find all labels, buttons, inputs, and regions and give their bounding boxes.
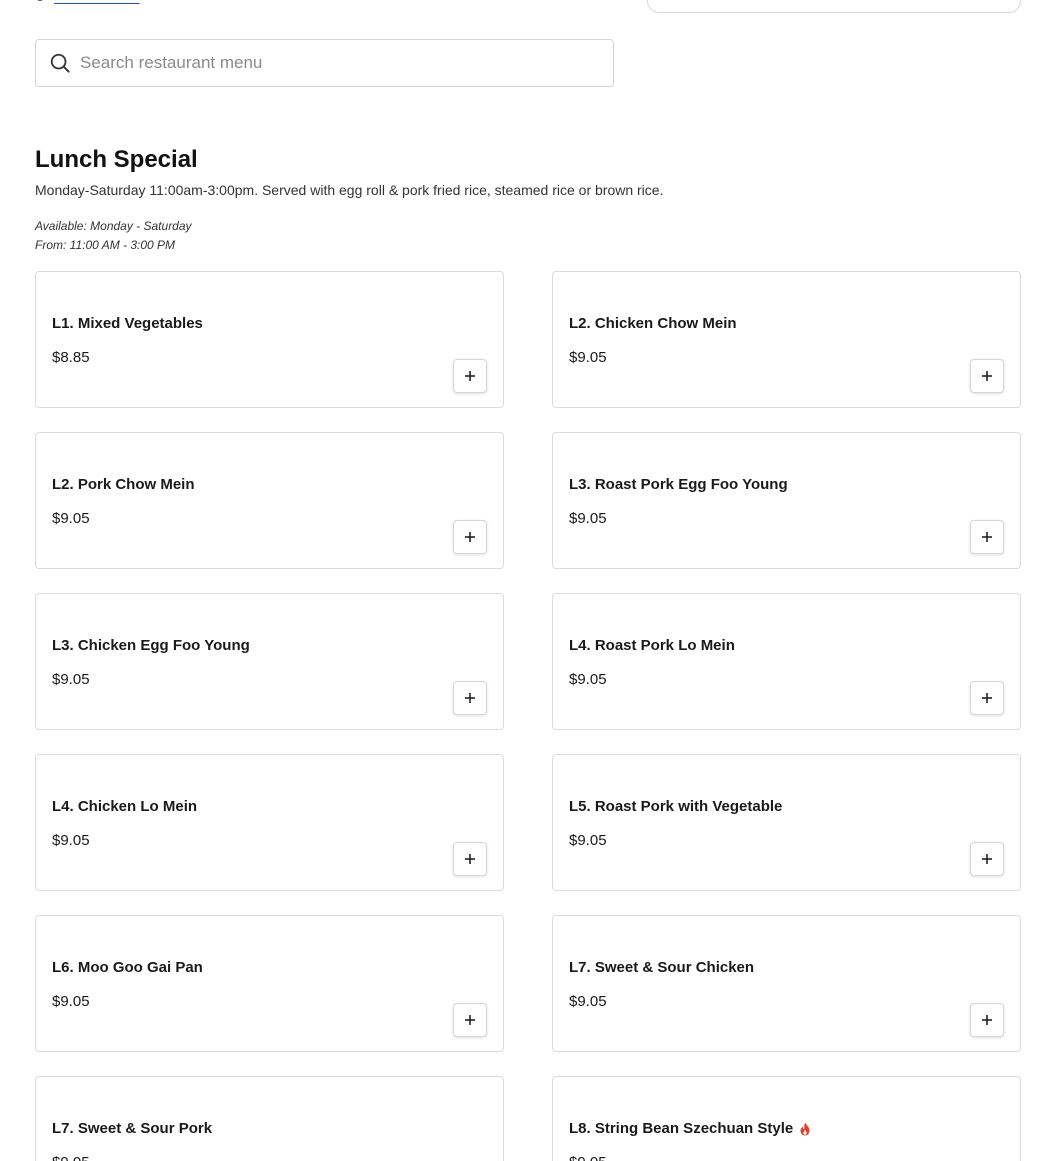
menu-item-card[interactable]: L1. Mixed Vegetables $8.85: [35, 271, 504, 408]
plus-icon: [465, 371, 475, 381]
menu-item-name-row: L6. Moo Goo Gai Pan: [52, 959, 203, 976]
menu-item-card[interactable]: L8. String Bean Szechuan Style $9.05: [552, 1076, 1021, 1161]
menu-item-name: L5. Roast Pork with Vegetable: [569, 798, 783, 815]
menu-item-name-row: L3. Chicken Egg Foo Young: [52, 637, 250, 654]
menu-item-name-row: L1. Mixed Vegetables: [52, 315, 203, 332]
plus-icon: [465, 854, 475, 864]
menu-item-card[interactable]: L4. Roast Pork Lo Mein $9.05: [552, 593, 1021, 730]
menu-item-name: L7. Sweet & Sour Chicken: [569, 959, 755, 976]
menu-item-price: $9.05: [569, 1154, 607, 1161]
menu-item-card[interactable]: L5. Roast Pork with Vegetable $9.05: [552, 754, 1021, 891]
menu-item-name: L1. Mixed Vegetables: [52, 315, 203, 332]
menu-item-price: $9.05: [52, 993, 90, 1010]
search-bar[interactable]: [35, 39, 614, 87]
plus-icon: [982, 854, 992, 864]
section-description: Monday-Saturday 11:00am-3:00pm. Served w…: [35, 182, 664, 198]
menu-item-card[interactable]: L7. Sweet & Sour Chicken $9.05: [552, 915, 1021, 1052]
add-item-button[interactable]: [453, 842, 487, 876]
availability-hours: From: 11:00 AM - 3:00 PM: [35, 238, 176, 252]
menu-item-name-row: L8. String Bean Szechuan Style: [569, 1120, 811, 1137]
add-item-button[interactable]: [970, 359, 1004, 393]
menu-item-name: L4. Chicken Lo Mein: [52, 798, 198, 815]
menu-item-price: $9.05: [569, 671, 607, 688]
menu-item-name: L2. Pork Chow Mein: [52, 476, 195, 493]
menu-item-card[interactable]: L2. Pork Chow Mein $9.05: [35, 432, 504, 569]
location-icon: [36, 0, 44, 1]
menu-item-card[interactable]: L7. Sweet & Sour Pork $9.05: [35, 1076, 504, 1161]
menu-item-price: $9.05: [52, 832, 90, 849]
menu-item-name: L8. String Bean Szechuan Style: [569, 1120, 794, 1137]
add-item-button[interactable]: [970, 1003, 1004, 1037]
menu-item-price: $9.05: [52, 510, 90, 527]
menu-item-name-row: L5. Roast Pork with Vegetable: [569, 798, 782, 815]
availability-days: Available: Monday - Saturday: [35, 219, 192, 233]
menu-item-name: L6. Moo Goo Gai Pan: [52, 959, 203, 976]
menu-item-price: $9.05: [569, 510, 607, 527]
menu-item-name-row: L7. Sweet & Sour Pork: [52, 1120, 212, 1137]
plus-icon: [465, 1015, 475, 1025]
menu-item-name: L2. Chicken Chow Mein: [569, 315, 737, 332]
flame-icon: [800, 1122, 810, 1135]
plus-icon: [982, 532, 992, 542]
plus-icon: [465, 693, 475, 703]
menu-item-card[interactable]: L3. Chicken Egg Foo Young $9.05: [35, 593, 504, 730]
menu-item-card[interactable]: L3. Roast Pork Egg Foo Young $9.05: [552, 432, 1021, 569]
menu-item-price: $9.05: [569, 832, 607, 849]
add-item-button[interactable]: [970, 842, 1004, 876]
search-icon: [50, 53, 70, 73]
menu-item-card[interactable]: L4. Chicken Lo Mein $9.05: [35, 754, 504, 891]
menu-item-name: L3. Chicken Egg Foo Young: [52, 637, 250, 654]
add-item-button[interactable]: [453, 520, 487, 554]
menu-item-name: L4. Roast Pork Lo Mein: [569, 637, 735, 654]
menu-item-name-row: L2. Chicken Chow Mein: [569, 315, 737, 332]
menu-item-name-row: L3. Roast Pork Egg Foo Young: [569, 476, 788, 493]
plus-icon: [465, 532, 475, 542]
menu-item-price: $9.05: [569, 993, 607, 1010]
plus-icon: [982, 371, 992, 381]
menu-item-name: L7. Sweet & Sour Pork: [52, 1120, 213, 1137]
menu-item-grid: L1. Mixed Vegetables $8.85 L2. Chicken Cho…: [35, 271, 1021, 1161]
add-item-button[interactable]: [453, 681, 487, 715]
menu-item-name-row: L2. Pork Chow Mein: [52, 476, 195, 493]
menu-item-price: $9.05: [52, 671, 90, 688]
order-panel[interactable]: [647, 0, 1021, 13]
menu-item-name-row: L4. Roast Pork Lo Mein: [569, 637, 735, 654]
menu-item-card[interactable]: L2. Chicken Chow Mein $9.05: [552, 271, 1021, 408]
top-link[interactable]: [54, 0, 140, 5]
menu-item-name: L3. Roast Pork Egg Foo Young: [569, 476, 788, 493]
menu-item-card[interactable]: L6. Moo Goo Gai Pan $9.05: [35, 915, 504, 1052]
menu-item-price: $9.05: [52, 1154, 90, 1161]
search-input[interactable]: [80, 53, 580, 73]
menu-item-name-row: L7. Sweet & Sour Chicken: [569, 959, 754, 976]
top-link-row: [36, 0, 140, 3]
add-item-button[interactable]: [453, 1003, 487, 1037]
add-item-button[interactable]: [453, 359, 487, 393]
plus-icon: [982, 1015, 992, 1025]
menu-page: Lunch Special Monday-Saturday 11:00am-3:…: [0, 0, 1050, 1161]
menu-item-price: $8.85: [52, 349, 90, 366]
menu-item-name-row: L4. Chicken Lo Mein: [52, 798, 197, 815]
add-item-button[interactable]: [970, 520, 1004, 554]
add-item-button[interactable]: [970, 681, 1004, 715]
plus-icon: [982, 693, 992, 703]
menu-item-price: $9.05: [569, 349, 607, 366]
section-title: Lunch Special: [35, 146, 198, 173]
